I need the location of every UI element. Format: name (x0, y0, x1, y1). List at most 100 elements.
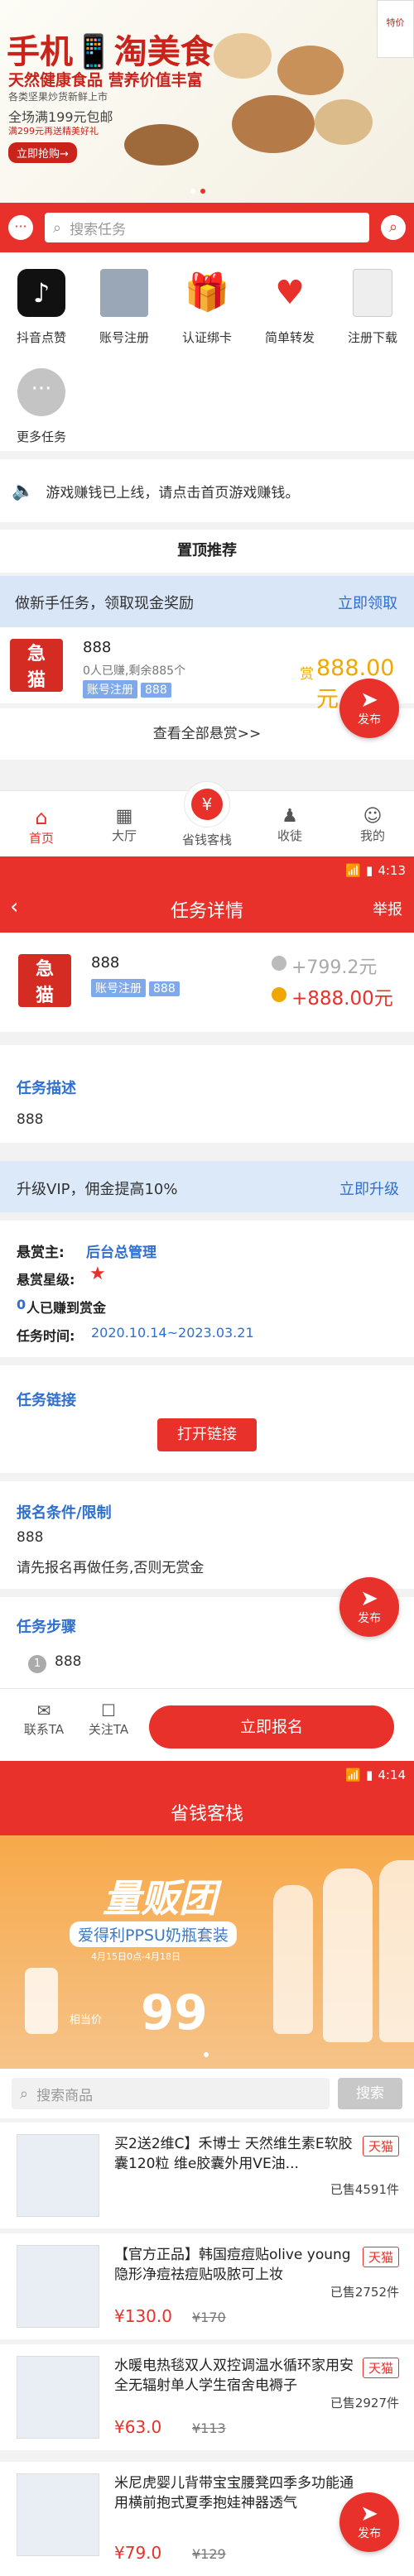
newbie-text: 做新手任务，领取现金奖励 (15, 595, 194, 612)
product-item[interactable]: 【官方正品】韩国痘痘贴olive young隐形净痘祛痘贴吸脓可上妆 天猫 已售… (0, 2233, 414, 2339)
category-bindcard[interactable]: 🎁 认证绑卡 (166, 269, 248, 346)
banner-price-label: 相当价 (70, 2014, 103, 2027)
follow-label: 关注TA (88, 1722, 129, 1737)
category-share[interactable]: ♥ 简单转发 (248, 269, 331, 346)
fab-label: 发布 (358, 713, 381, 727)
category-more[interactable]: ··· 更多任务 (0, 368, 83, 445)
bottle-icon (323, 1868, 373, 2042)
task-tags: 账号注册 888 (83, 680, 175, 698)
section-title: 任务链接 (17, 1392, 76, 1409)
banner-line: 爱得利PPSU奶瓶套装 (70, 1921, 237, 1947)
product-sold: 已售2752件 (330, 2285, 399, 2300)
app-logo: 急猫 (10, 639, 63, 692)
banner-buy-button[interactable]: 立即抢购→ (8, 142, 77, 163)
coupon-icon-wrap: ¥ (184, 781, 230, 827)
product-price: ¥130.0 (114, 2306, 172, 2326)
banner-subtitle: 天然健康食品 营养价值丰富 (8, 71, 203, 89)
category-label: 注册下载 (347, 330, 397, 345)
conditions-section: 报名条件/限制 888 请先报名再做任务,否则无赏金 (0, 1481, 414, 1589)
shop-banner[interactable]: 量贩团 爱得利PPSU奶瓶套装 4月15日0点-4月18日 相当价 99 (0, 1835, 414, 2069)
section-title: 报名条件/限制 (17, 1504, 112, 1522)
vip-upgrade-link[interactable]: 立即升级 (339, 1178, 399, 1199)
task-desc: 888 (17, 1111, 44, 1128)
open-link-button[interactable]: 打开链接 (157, 1418, 257, 1451)
category-tiktok[interactable]: ♪ 抖音点赞 (0, 269, 83, 346)
tmall-badge: 天猫 (362, 2136, 399, 2156)
status-time: 4:14 (378, 1768, 406, 1782)
search-input[interactable]: ⌕ 搜索任务 (45, 213, 369, 242)
tab-coupon[interactable]: ¥ 省钱客栈 (166, 781, 248, 848)
tab-hall[interactable]: ▦ 大厅 (83, 806, 166, 844)
newbie-claim-link[interactable]: 立即领取 (338, 592, 397, 613)
page: 手机📱淘美食 天然健康食品 营养价值丰富 各类坚果炒货新鲜上市 全场满199元包… (0, 0, 414, 2576)
search-placeholder: 搜索任务 (70, 221, 127, 238)
tmall-badge: 天猫 (362, 2247, 399, 2267)
banner-date: 4月15日0点-4月18日 (91, 1951, 181, 1962)
carousel-dot (190, 189, 195, 194)
scan-icon[interactable]: ⌕ (381, 215, 406, 240)
star-icon: ★ (89, 1264, 106, 1284)
price-gray: +799.2元 (291, 957, 378, 978)
tmall-badge: 天猫 (362, 2358, 399, 2378)
detail-navbar: ‹ 任务详情 举报 (0, 885, 414, 931)
nut-bowl-icon (232, 95, 315, 153)
tab-label: 省钱客栈 (181, 832, 232, 847)
banner-ribbon: 特价 (377, 0, 414, 58)
category-register[interactable]: 账号注册 (83, 269, 166, 346)
paper-plane-icon: ➤ (360, 2502, 378, 2526)
battery-icon: ▮ (366, 863, 373, 878)
earned-text: 人已赚到赏金 (26, 1300, 107, 1316)
tab-home[interactable]: ⌂ 首页 (0, 806, 83, 847)
shop-header: 📶 ▮ 4:14 省钱客栈 (0, 1761, 414, 1835)
product-sold: 已售2927件 (330, 2396, 399, 2411)
walnut-icon (124, 124, 199, 165)
follow-button[interactable]: ☐ 关注TA (81, 1701, 136, 1738)
product-item[interactable]: 水暖电热毯双人双控调温水循环家用安全无辐射单人学生宿舍电褥子 天猫 已售2927… (0, 2344, 414, 2450)
detail-task-card: 急猫 888 账号注册 888 +799.2元 +888.00元 (0, 933, 414, 1032)
gift-icon: 🎁 (184, 271, 230, 314)
product-price: ¥63.0 (114, 2417, 162, 2437)
publish-fab[interactable]: ➤ 发布 (339, 1577, 399, 1637)
task-tags: 账号注册 888 (91, 979, 183, 997)
carousel-dot (204, 2052, 209, 2057)
home-icon: ⌂ (35, 806, 48, 829)
task-desc-section: 任务描述 888 (0, 1045, 414, 1143)
banner-promo2: 满299元再送精美好礼 (8, 126, 99, 137)
product-search-input[interactable]: ⌕ 搜索商品 (12, 2078, 330, 2109)
search-button[interactable]: 搜索 (338, 2078, 402, 2109)
newbie-banner[interactable]: 做新手任务，领取现金奖励 立即领取 (0, 576, 414, 627)
task-name: 888 (83, 639, 112, 656)
paper-plane-icon: ➤ (360, 1586, 378, 1611)
report-button[interactable]: 举报 (373, 898, 402, 919)
category-download[interactable]: 注册下载 (331, 269, 414, 346)
product-price: ¥79.0 (114, 2543, 162, 2563)
publish-fab[interactable]: ➤ 发布 (339, 2492, 399, 2552)
time-label: 任务时间: (17, 1328, 75, 1344)
nut-bowl-icon (214, 33, 272, 79)
message-icon[interactable]: ··· (8, 215, 33, 240)
vip-banner[interactable]: 升级VIP，佣金提高10% 立即升级 (0, 1161, 414, 1212)
shop-search-bar: ⌕ 搜索商品 搜索 (0, 2069, 414, 2118)
detail-header: 📶 ▮ 4:13 ‹ 任务详情 举报 (0, 856, 414, 933)
tabbar: ⌂ 首页 ▦ 大厅 ¥ 省钱客栈 ♟ 收徒 ☺ 我的 (0, 781, 414, 856)
contact-button[interactable]: ✉ 联系TA (17, 1701, 71, 1738)
battery-icon: ▮ (366, 1768, 373, 1782)
signup-button[interactable]: 立即报名 (149, 1705, 394, 1749)
product-item[interactable]: 买2送2维C】禾博士 天然维生素E软胶囊120粒 维e胶囊外用VE油... 天猫… (0, 2123, 414, 2228)
notice-bar[interactable]: 🔈 游戏赚钱已上线，请点击首页游戏赚钱。 (0, 459, 414, 522)
publisher-name[interactable]: 后台总管理 (86, 1240, 156, 1261)
tab-apprentice[interactable]: ♟ 收徒 (248, 806, 331, 844)
app-logo: 急猫 (18, 954, 71, 1007)
product-original-price: ¥129 (192, 2546, 226, 2562)
vip-text: 升级VIP，佣金提高10% (17, 1181, 178, 1198)
product-sold: 已售4591件 (330, 2182, 399, 2197)
wifi-icon: 📶 (345, 1768, 362, 1782)
promo-banner[interactable]: 手机📱淘美食 天然健康食品 营养价值丰富 各类坚果炒货新鲜上市 全场满199元包… (0, 0, 414, 203)
apprentice-icon: ♟ (282, 806, 298, 827)
page-title: 任务详情 (170, 901, 243, 922)
publish-fab[interactable]: ➤ 发布 (339, 679, 399, 738)
tab-profile[interactable]: ☺ 我的 (331, 806, 414, 844)
tag: 账号注册 (91, 979, 146, 997)
reward-label: 赏 (300, 666, 314, 683)
carousel-dots (190, 189, 205, 194)
